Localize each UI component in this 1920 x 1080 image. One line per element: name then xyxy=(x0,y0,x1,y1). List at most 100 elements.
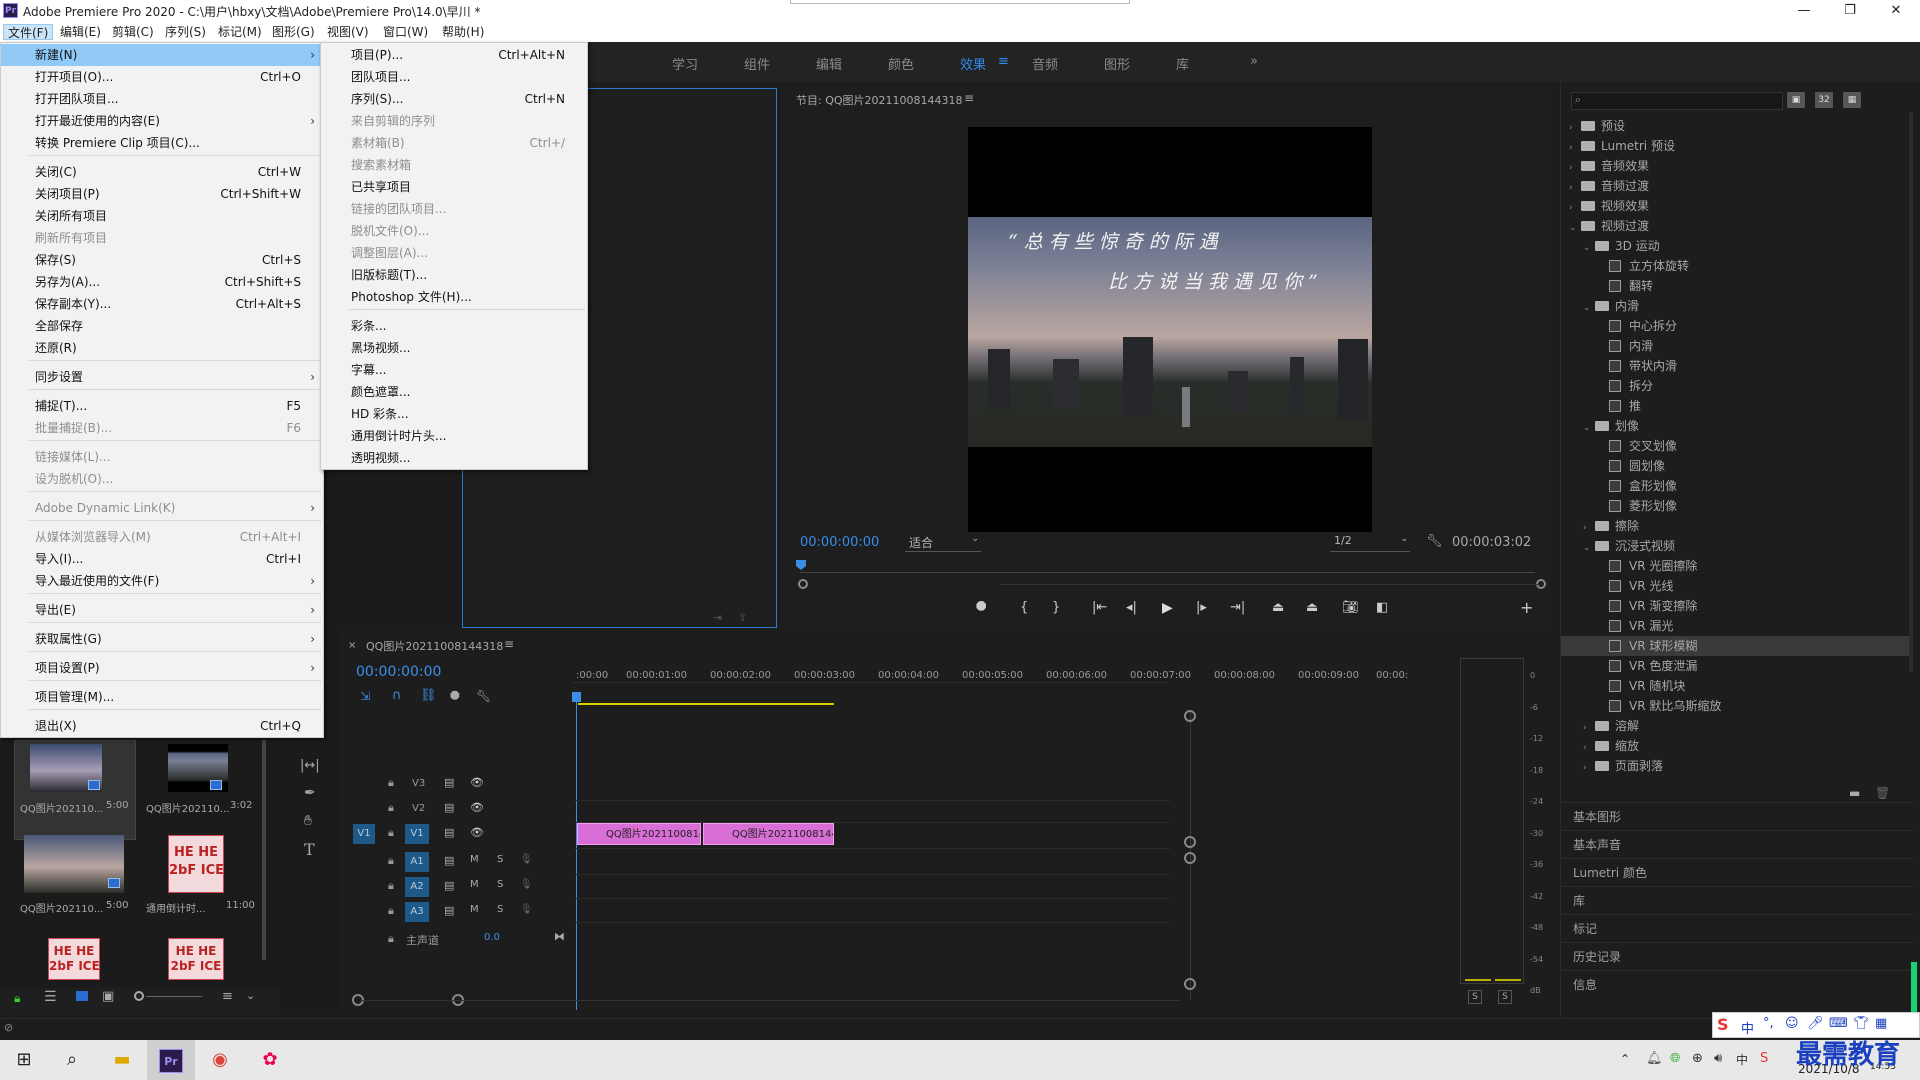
network-icon[interactable]: ⊕ xyxy=(1692,1051,1703,1066)
panel-essential-sound[interactable]: 基本声音 xyxy=(1561,830,1913,858)
chrome-icon[interactable]: ◉ xyxy=(196,1040,244,1080)
video-clip[interactable]: QQ图片202110081443 xyxy=(703,823,834,845)
file-menu-item[interactable]: Adobe Dynamic Link(K) › xyxy=(1,497,323,519)
track-v1-label[interactable]: V1 xyxy=(405,824,429,844)
file-menu-item[interactable]: 同步设置 › xyxy=(1,366,323,388)
panel-history[interactable]: 历史记录 xyxy=(1561,942,1913,970)
file-menu-item[interactable]: 全部保存 xyxy=(1,315,323,337)
scrollbar[interactable] xyxy=(262,740,266,960)
effect-folder[interactable]: › 音频效果 xyxy=(1561,156,1913,176)
punctuation-icon[interactable]: °, xyxy=(1763,1016,1774,1031)
effect-item[interactable]: 中心拆分 xyxy=(1561,316,1913,336)
go-to-end-icon[interactable]: ⧓ xyxy=(554,930,565,943)
chevron-down-icon[interactable]: ⌄ xyxy=(1569,218,1581,238)
zoom-slider-handle[interactable] xyxy=(134,991,144,1001)
toggle-sync-lock-icon[interactable]: ▤ xyxy=(444,826,454,839)
type-tool-icon[interactable]: T xyxy=(304,840,315,859)
chevron-right-icon[interactable]: › xyxy=(1569,138,1581,158)
track-a2-label[interactable]: A2 xyxy=(405,877,429,897)
resolution-dropdown[interactable]: 1/2 ⌄ xyxy=(1330,534,1410,552)
file-menu-item[interactable]: 还原(R) xyxy=(1,337,323,359)
effect-folder[interactable]: ⌄ 划像 xyxy=(1561,416,1913,436)
effect-folder[interactable]: ⌄ 3D 运动 xyxy=(1561,236,1913,256)
ime-icon[interactable]: 中 xyxy=(1736,1051,1748,1068)
toggle-sync-lock-icon[interactable]: ▤ xyxy=(444,879,454,892)
lock-icon[interactable]: 🔒︎ xyxy=(388,854,394,868)
wrench-icon[interactable]: 🔧︎ xyxy=(476,689,491,703)
effect-item[interactable]: 盒形划像 xyxy=(1561,476,1913,496)
effects-search-input[interactable]: ⌕ xyxy=(1571,92,1783,110)
mic-icon[interactable]: 🎙︎ xyxy=(520,904,533,915)
add-button-icon[interactable]: + xyxy=(1520,598,1533,617)
mute-button[interactable]: M xyxy=(470,879,479,890)
32bit-effects-icon[interactable]: 32 xyxy=(1815,92,1833,108)
panel-menu-icon[interactable]: ≡ xyxy=(504,637,514,651)
toggle-sync-lock-icon[interactable]: ▤ xyxy=(444,776,454,789)
file-menu-item[interactable]: 新建(N) › xyxy=(1,44,323,66)
new-menu-item[interactable]: 黑场视频... xyxy=(321,337,587,359)
new-menu-item[interactable]: 旧版标题(T)... xyxy=(321,264,587,286)
skin-icon[interactable]: 👕︎ xyxy=(1853,1016,1870,1031)
mute-button[interactable]: M xyxy=(470,904,479,915)
source-patch-v1[interactable]: V1 xyxy=(353,824,375,844)
accelerated-effects-icon[interactable]: ▣ xyxy=(1787,92,1805,108)
panel-essential-graphics[interactable]: 基本图形 xyxy=(1561,802,1913,830)
play-icon[interactable]: ▶ xyxy=(1162,600,1173,616)
effect-item[interactable]: 圆划像 xyxy=(1561,456,1913,476)
new-menu-item[interactable]: HD 彩条... xyxy=(321,403,587,425)
solo-button[interactable]: S xyxy=(497,904,503,915)
effect-folder[interactable]: › Lumetri 预设 xyxy=(1561,136,1913,156)
paint-app-icon[interactable]: ✿ xyxy=(246,1040,294,1080)
windows-start-icon[interactable]: ⊞ xyxy=(0,1040,48,1080)
solo-button[interactable]: S xyxy=(497,879,503,890)
workspace-audio[interactable]: 音频 xyxy=(1032,54,1058,73)
solo-button[interactable]: S xyxy=(497,854,503,865)
track-a1-label[interactable]: A1 xyxy=(405,852,429,872)
new-menu-item[interactable]: 彩条... xyxy=(321,315,587,337)
step-forward-icon[interactable]: |▸ xyxy=(1196,600,1207,615)
master-volume-value[interactable]: 0.0 xyxy=(484,932,500,943)
new-menu-item[interactable]: 字幕... xyxy=(321,359,587,381)
panel-libraries[interactable]: 库 xyxy=(1561,886,1913,914)
snap-icon[interactable]: ∩ xyxy=(392,688,402,703)
file-menu-item[interactable]: 关闭所有项目 xyxy=(1,205,323,227)
menu-clip[interactable]: 剪辑(C) xyxy=(108,24,158,40)
icon-view-icon[interactable] xyxy=(76,991,88,1001)
file-menu-item[interactable]: 批量捕捉(B)... F6 xyxy=(1,417,323,439)
file-menu-item[interactable]: 关闭(C) Ctrl+W xyxy=(1,161,323,183)
pen-tool-icon[interactable]: ✒ xyxy=(304,785,316,801)
add-marker-icon[interactable]: ⯃ xyxy=(976,600,986,615)
playhead-timecode[interactable]: 00:00:00:00 xyxy=(800,535,879,550)
close-icon[interactable]: ✕ xyxy=(1876,1,1916,21)
file-menu-item[interactable]: 转换 Premiere Clip 项目(C)... xyxy=(1,132,323,154)
list-view-icon[interactable]: ☰ xyxy=(44,989,57,1005)
go-to-out-icon[interactable]: ⇥| xyxy=(1230,600,1245,615)
ime-mode[interactable]: 中 xyxy=(1741,1018,1754,1037)
new-menu-item[interactable]: 项目(P)... Ctrl+Alt+N xyxy=(321,44,587,66)
effect-folder[interactable]: › 页面剥落 xyxy=(1561,756,1913,776)
effect-folder[interactable]: › 音频过渡 xyxy=(1561,176,1913,196)
playhead-marker[interactable] xyxy=(796,560,806,570)
workspace-assembly[interactable]: 组件 xyxy=(744,54,770,73)
effect-item[interactable]: 菱形划像 xyxy=(1561,496,1913,516)
new-menu-item[interactable]: 搜索素材箱 xyxy=(321,154,587,176)
close-tab-icon[interactable]: × xyxy=(348,640,356,651)
effect-item[interactable]: VR 光圈擦除 xyxy=(1561,556,1913,576)
menu-help[interactable]: 帮助(H) xyxy=(438,24,488,40)
lock-icon[interactable]: 🔒︎ xyxy=(388,801,394,815)
new-menu-item[interactable]: 来自剪辑的序列 xyxy=(321,110,587,132)
mic-icon[interactable]: 🎤︎ xyxy=(1807,1016,1824,1031)
chevron-right-icon[interactable]: › xyxy=(1569,198,1581,218)
effect-item[interactable]: 拆分 xyxy=(1561,376,1913,396)
tray-globe-icon[interactable]: 🌐︎ xyxy=(1670,1051,1680,1066)
workspace-learn[interactable]: 学习 xyxy=(672,54,698,73)
lock-icon[interactable]: 🔒︎ xyxy=(388,879,394,893)
effect-item[interactable]: VR 渐变擦除 xyxy=(1561,596,1913,616)
effect-item[interactable]: VR 漏光 xyxy=(1561,616,1913,636)
volume-icon[interactable]: 🔊︎ xyxy=(1714,1051,1722,1066)
chevron-right-icon[interactable]: › xyxy=(1569,178,1581,198)
zoom-bar[interactable] xyxy=(1000,584,1540,585)
export-frame-icon[interactable]: ⇪ xyxy=(738,611,747,624)
fit-dropdown[interactable]: 适合 ⌄ xyxy=(905,534,981,552)
wrench-icon[interactable]: 🔧︎ xyxy=(1426,534,1443,549)
